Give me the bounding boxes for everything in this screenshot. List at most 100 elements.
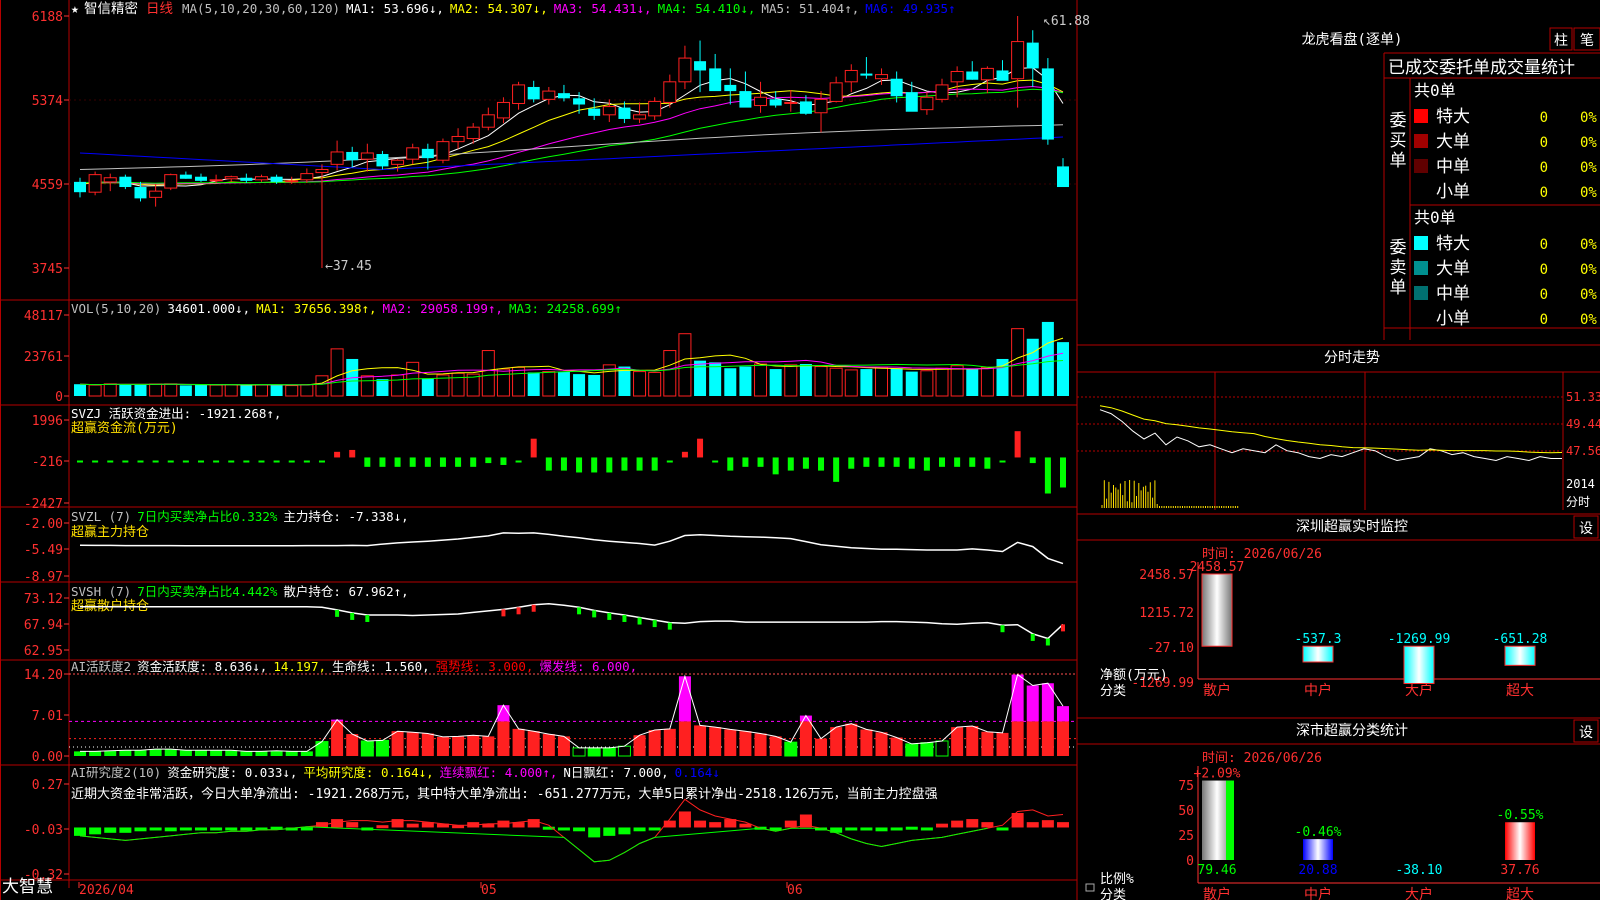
- svzj-bar-23: [424, 457, 431, 467]
- candle-body-51: [844, 69, 858, 83]
- vol-bar-1: [88, 384, 102, 397]
- candle-body-52: [860, 73, 873, 76]
- main-ytick-0: 6188: [32, 10, 63, 25]
- candle-body-31: [542, 90, 556, 100]
- svzj-bar-51: [848, 457, 855, 469]
- ai1-bar-35: [602, 747, 616, 757]
- ai1-bar-top-62: [1011, 674, 1024, 722]
- buy-row-val-0: 0: [1540, 110, 1548, 126]
- candle-body-44: [739, 91, 752, 108]
- svzj-bar-44: [742, 457, 749, 467]
- ai1-bar-26: [467, 735, 480, 756]
- ai2-legend-3: 连续飘红: 4.000↑,: [440, 765, 558, 780]
- szjk-bar-3: [1504, 645, 1536, 666]
- ai1-bar-21: [391, 731, 404, 756]
- candle-body-56: [920, 96, 934, 111]
- svzj-bar-5: [152, 460, 159, 463]
- ai2-bar-9: [210, 827, 223, 831]
- svsh-mark-61: [1000, 625, 1005, 633]
- svzj-bar-11: [243, 460, 250, 463]
- svsh-mark-64: [1045, 638, 1050, 646]
- vol-bar-57: [935, 367, 949, 397]
- ssfl-cat-0: 散户: [1203, 886, 1231, 900]
- svzj-bar-57: [939, 457, 946, 467]
- szjk-cat-0: 散户: [1203, 682, 1231, 699]
- chart-workspace[interactable]: 6188 5374 4559 3745 ★ 智信精密 日线 MA(5,10,20,30,60,…: [0, 0, 1600, 900]
- vol-bar-31: [542, 371, 556, 397]
- svsh-sub: 超赢散户持仓: [71, 598, 149, 614]
- svzj-bar-59: [969, 457, 976, 467]
- svzj-bar-28: [500, 457, 507, 465]
- svsh-mark-28: [501, 609, 506, 617]
- candle-body-21: [391, 159, 405, 165]
- svzj-bar-47: [787, 457, 794, 471]
- candle-body-19: [360, 152, 374, 160]
- ssfl-ytick-3: 0: [1186, 854, 1194, 869]
- buy-row-label-1: 大单: [1436, 132, 1470, 152]
- candle-body-28: [496, 101, 510, 119]
- ai1-bar-13: [270, 750, 283, 756]
- ai1-bar-59: [966, 725, 979, 756]
- ai1-bar-63: [1026, 721, 1039, 756]
- candle-body-63: [1026, 42, 1039, 69]
- ssfl-bottom-label-2: -38.10: [1396, 863, 1443, 878]
- lhkp-tab-1[interactable]: 委托单: [1439, 58, 1490, 78]
- ai2-bar-34: [588, 827, 601, 838]
- fs-avg-line: [1099, 405, 1563, 454]
- szjk-ylabel-1: 分类: [1100, 684, 1126, 699]
- svzj-bar-18: [349, 449, 356, 458]
- szjk-bar-label-0: 2458.57: [1190, 560, 1245, 575]
- high-annotation: ↖61.88: [1043, 14, 1090, 29]
- ai2-legend-1: 资金研究度: 0.033↓,: [167, 765, 297, 780]
- candle-body-41: [694, 61, 707, 71]
- candle-body-37: [633, 114, 647, 120]
- ai2-bar-35: [603, 827, 616, 836]
- candle-body-39: [663, 81, 677, 103]
- svzj-bar-16: [318, 460, 325, 463]
- ai1-bar-24: [436, 736, 449, 756]
- vol-bar-5: [149, 383, 163, 397]
- candle-body-5: [149, 190, 163, 198]
- ai1-bar-34: [587, 747, 601, 757]
- lhkp-title: 龙虎看盘(逐单): [1302, 31, 1403, 48]
- ai2-bar-55: [905, 826, 918, 830]
- buy-swatch-0: [1414, 109, 1428, 123]
- ai1-legend-2: 14.197,: [273, 659, 326, 674]
- vol-legend-1: 34601.000↓,: [167, 301, 250, 316]
- lhkp-tab-2[interactable]: 成交量统计: [1490, 58, 1575, 78]
- candle-body-4: [134, 187, 147, 199]
- ai1-bar-60: [981, 731, 994, 756]
- ai1-bar-8: [194, 750, 207, 756]
- vol-bar-9: [209, 384, 223, 397]
- ai1-bar-56: [920, 742, 934, 757]
- ai1-bar-top-63: [1026, 685, 1039, 722]
- sell-side-label-1: 卖: [1390, 258, 1407, 278]
- candle-body-18: [346, 151, 359, 161]
- vol-bar-11: [240, 385, 253, 396]
- candle-body-1: [88, 174, 102, 193]
- vol-bar-34: [588, 374, 601, 396]
- szjk-bar-1: [1302, 645, 1334, 663]
- vol-bar-13: [270, 384, 283, 396]
- ai2-bar-0: [74, 827, 86, 836]
- ai2-bar-54: [890, 827, 903, 831]
- ai2-bar-1: [89, 827, 102, 835]
- ai1-bar-41: [694, 725, 707, 756]
- ai1-bar-1: [89, 751, 102, 756]
- ai1-legend-3: 生命线: 1.560,: [332, 659, 430, 674]
- svzj-bar-25: [455, 457, 462, 467]
- ssfl-ylabel-1: 分类: [1100, 888, 1126, 900]
- ai2-bar-37: [633, 827, 646, 832]
- ma-legend-5: MA5: 51.404↑,: [761, 1, 859, 16]
- vol-bar-65: [1057, 342, 1069, 396]
- szjk-bar-0: [1201, 573, 1233, 647]
- tick-mode-label: 笔: [1580, 33, 1594, 49]
- fs-ytick-1: 49.44: [1566, 417, 1600, 431]
- vol-bar-37: [633, 371, 647, 397]
- svzj-bar-50: [833, 457, 840, 482]
- lhkp-tab-0[interactable]: 已成交: [1388, 58, 1439, 78]
- candle-body-36: [618, 107, 631, 119]
- ai1-bar-11: [240, 751, 253, 756]
- ai2-bar-11: [240, 827, 253, 831]
- ai2-bar-58: [951, 820, 964, 828]
